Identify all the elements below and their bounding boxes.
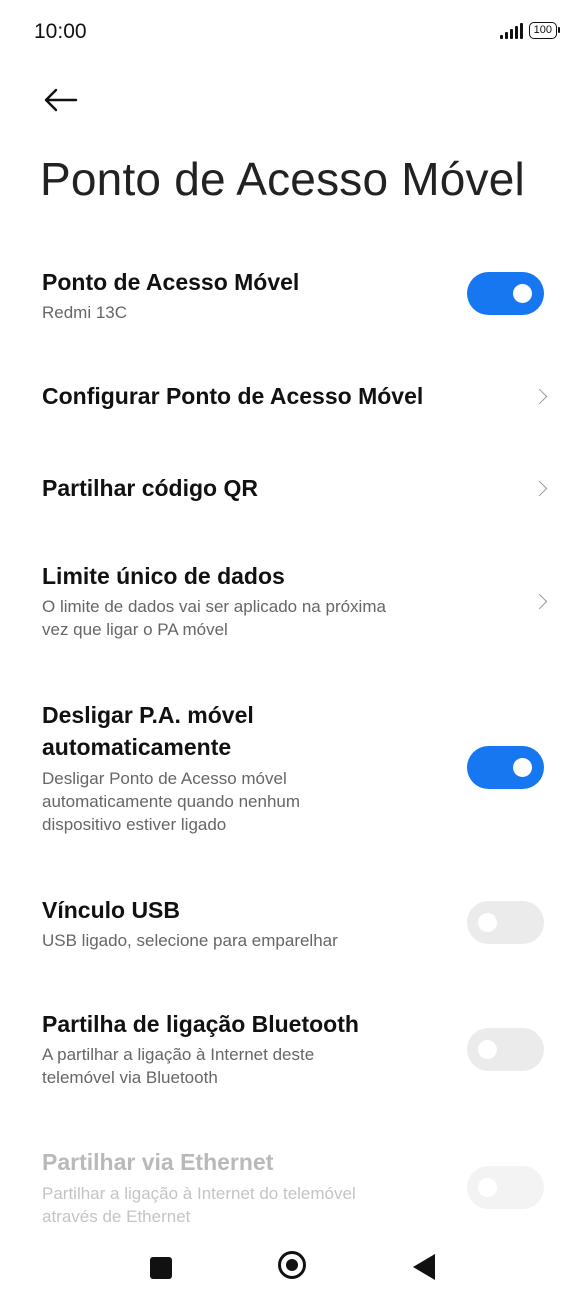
row-title: Ponto de Acesso Móvel [42, 269, 300, 295]
row-subtitle-line-3: dispositivo estiver ligado [42, 815, 227, 834]
status-bar: 10:00 100 [0, 0, 587, 66]
row-title: Vínculo USB [42, 897, 181, 923]
row-subtitle-line-2: vez que ligar o PA móvel [42, 620, 228, 639]
hotspot-toggle[interactable] [467, 272, 544, 315]
share-qr-code-row[interactable]: Partilhar código QR [0, 468, 587, 512]
row-title: Partilhar código QR [42, 475, 258, 501]
row-subtitle-line-1: Partilhar a ligação à Internet do telemó… [42, 1184, 356, 1203]
configure-hotspot-row[interactable]: Configurar Ponto de Acesso Móvel [0, 376, 587, 420]
bluetooth-tethering-row[interactable]: Partilha de ligação Bluetooth A partilha… [0, 1006, 587, 1096]
back-button[interactable] [40, 80, 80, 120]
page-title: Ponto de Acesso Móvel [40, 153, 525, 205]
home-circle-icon[interactable] [278, 1251, 306, 1279]
navigation-bar [0, 1240, 587, 1300]
usb-tethering-toggle[interactable] [467, 901, 544, 944]
toggle-knob [478, 1040, 497, 1059]
row-title-line-2: automaticamente [42, 734, 232, 760]
arrow-left-icon [44, 88, 78, 112]
row-subtitle-line-1: O limite de dados vai ser aplicado na pr… [42, 597, 386, 616]
row-subtitle-line-2: automaticamente quando nenhum [42, 792, 301, 811]
row-title: Configurar Ponto de Acesso Móvel [42, 383, 424, 409]
ethernet-tethering-row: Partilhar via Ethernet Partilhar a ligaç… [0, 1146, 587, 1236]
row-title: Partilhar via Ethernet [42, 1149, 274, 1175]
status-time: 10:00 [34, 20, 87, 43]
toggle-knob [513, 284, 532, 303]
toggle-knob [478, 913, 497, 932]
signal-icon [499, 22, 523, 39]
bluetooth-tethering-toggle[interactable] [467, 1028, 544, 1071]
ethernet-tethering-toggle [467, 1166, 544, 1209]
row-title: Limite único de dados [42, 563, 285, 589]
status-icons: 100 [499, 22, 561, 39]
row-subtitle: Redmi 13C [42, 303, 128, 322]
auto-turn-off-row[interactable]: Desligar P.A. móvel automaticamente Desl… [0, 697, 587, 842]
hotspot-toggle-row[interactable]: Ponto de Acesso Móvel Redmi 13C [0, 262, 587, 332]
row-subtitle-line-1: Desligar Ponto de Acesso móvel [42, 769, 287, 788]
chevron-right-icon [531, 593, 548, 610]
battery-level: 100 [533, 24, 552, 36]
row-subtitle-line-2: telemóvel via Bluetooth [42, 1068, 218, 1087]
battery-icon: 100 [528, 22, 561, 39]
row-subtitle: USB ligado, selecione para emparelhar [42, 931, 338, 950]
data-limit-row[interactable]: Limite único de dados O limite de dados … [0, 556, 587, 646]
chevron-right-icon [531, 388, 548, 405]
row-subtitle-line-2: através de Ethernet [42, 1207, 191, 1226]
back-triangle-icon[interactable] [413, 1254, 435, 1280]
row-title-line-1: Desligar P.A. móvel [42, 702, 254, 728]
auto-turn-off-toggle[interactable] [467, 746, 544, 789]
toggle-knob [513, 758, 532, 777]
chevron-right-icon [531, 480, 548, 497]
toggle-knob [478, 1178, 497, 1197]
recents-square-icon[interactable] [150, 1257, 172, 1279]
row-title: Partilha de ligação Bluetooth [42, 1011, 359, 1037]
usb-tethering-row[interactable]: Vínculo USB USB ligado, selecione para e… [0, 892, 587, 962]
row-subtitle-line-1: A partilhar a ligação à Internet deste [42, 1045, 315, 1064]
